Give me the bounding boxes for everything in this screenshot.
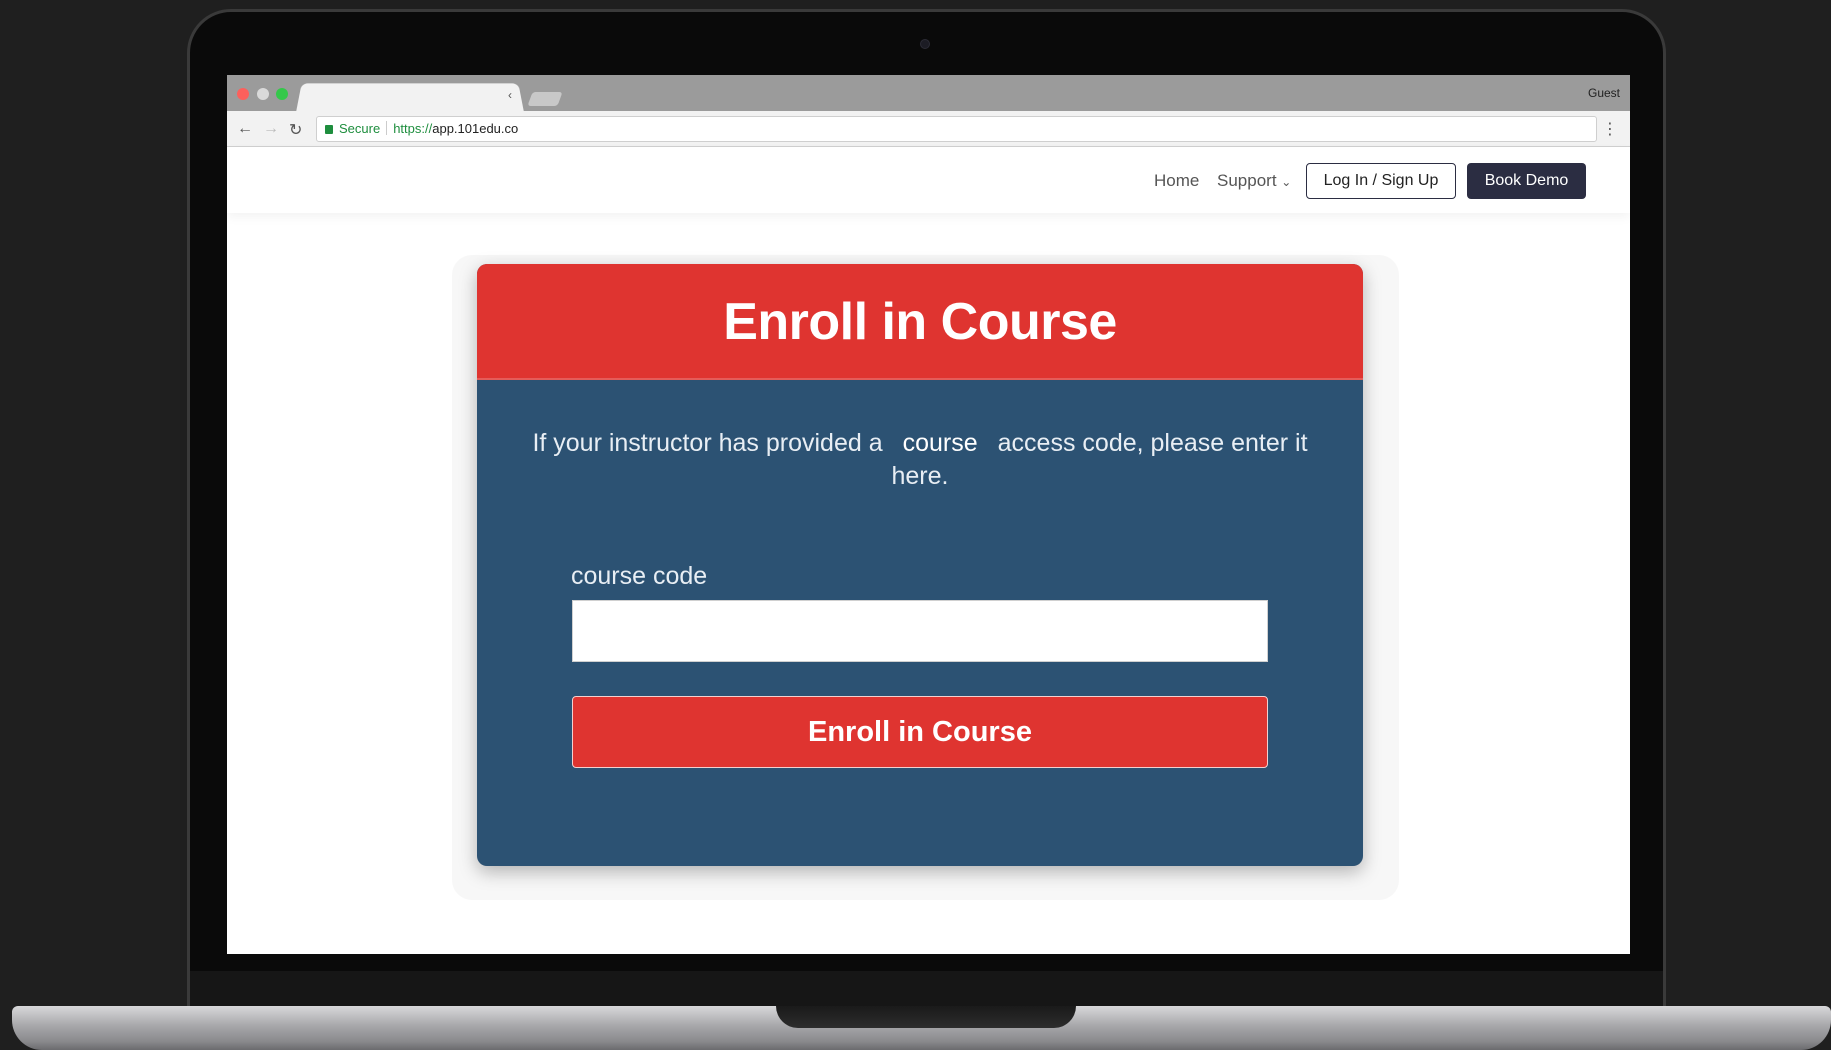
login-signup-button[interactable]: Log In / Sign Up (1306, 163, 1456, 199)
address-bar[interactable]: Secure https://app.101edu.co (316, 116, 1597, 142)
back-arrow-icon[interactable]: ← (237, 120, 253, 138)
nav-support-menu[interactable]: Support ⌄ (1217, 171, 1291, 191)
close-window-icon[interactable] (237, 88, 249, 100)
laptop-notch (776, 1006, 1076, 1028)
minimize-window-icon[interactable] (257, 88, 269, 100)
instructions-before: If your instructor has provided a (532, 429, 883, 457)
new-tab-button[interactable] (527, 92, 563, 106)
url-scheme: https:// (393, 121, 433, 136)
course-code-label: course code (571, 562, 708, 590)
chevron-down-icon: ⌄ (1281, 175, 1292, 189)
book-demo-button[interactable]: Book Demo (1467, 163, 1586, 199)
laptop-chin (190, 971, 1663, 1007)
reload-icon[interactable]: ↻ (289, 120, 302, 140)
url-host: app.101edu.co (432, 121, 519, 136)
instructions-code-word: course (902, 429, 978, 457)
tab-strip: ‹ Guest (227, 75, 1630, 112)
maximize-window-icon[interactable] (276, 88, 288, 100)
enroll-button[interactable]: Enroll in Course (572, 696, 1268, 768)
card-header: Enroll in Course (477, 264, 1363, 380)
profile-label[interactable]: Guest (1588, 86, 1620, 100)
nav-support-label: Support (1217, 171, 1277, 190)
forward-arrow-icon[interactable]: → (263, 120, 279, 138)
instructions-text: If your instructor has provided a course a… (527, 427, 1313, 493)
course-code-input[interactable] (572, 600, 1268, 662)
browser-window: ‹ Guest ← → ↻ Secure https://app.101edu.c… (227, 75, 1630, 954)
browser-tab[interactable] (296, 83, 524, 112)
nav-home-link[interactable]: Home (1154, 171, 1199, 191)
browser-toolbar: ← → ↻ Secure https://app.101edu.co ⋮ (227, 111, 1630, 147)
camera-icon (920, 39, 930, 49)
enroll-card: Enroll in Course If your instructor has … (477, 264, 1363, 866)
browser-menu-icon[interactable]: ⋮ (1602, 119, 1618, 139)
address-divider (386, 121, 388, 135)
card-title: Enroll in Course (723, 293, 1117, 351)
secure-label: Secure (339, 121, 381, 136)
lock-icon (325, 125, 333, 134)
tab-close-icon[interactable]: ‹ (508, 88, 512, 102)
site-header: Home Support ⌄ Log In / Sign Up Book Dem… (227, 147, 1630, 213)
